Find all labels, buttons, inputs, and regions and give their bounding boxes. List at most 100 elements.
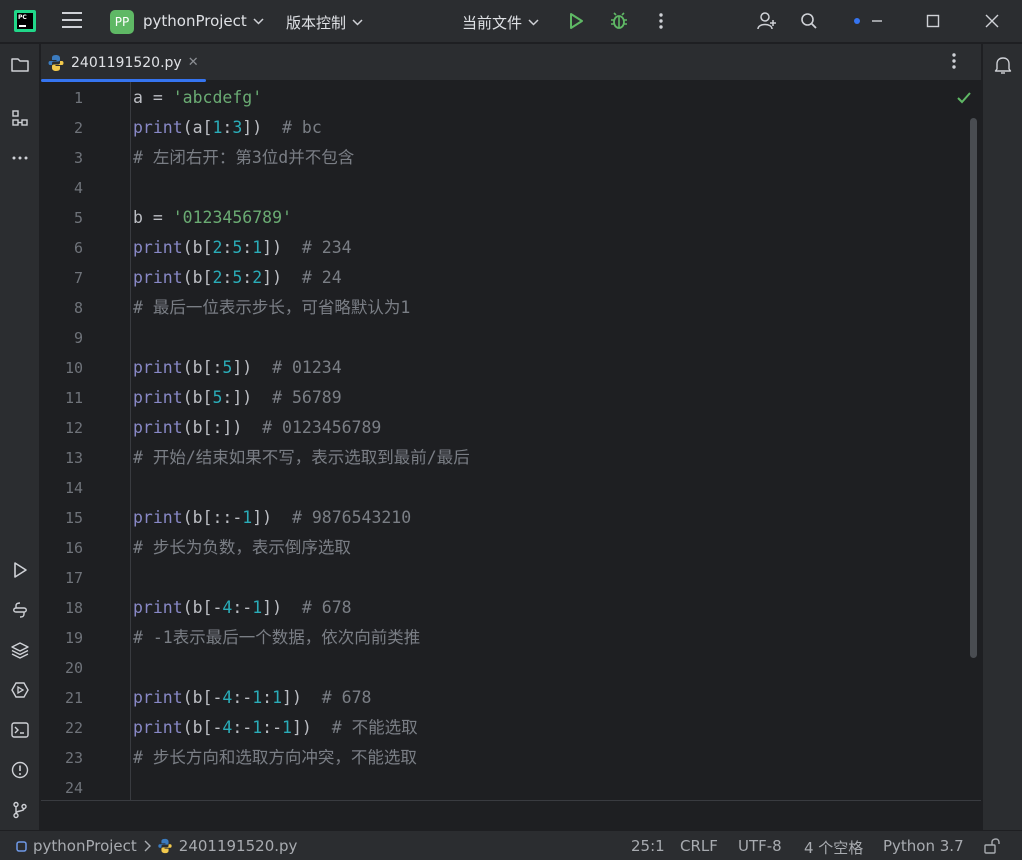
lock-icon[interactable] bbox=[983, 838, 1001, 858]
code-line[interactable]: 6 print(b[2:5:1]) # 234 bbox=[41, 233, 981, 263]
minimize-icon[interactable] bbox=[864, 8, 890, 34]
breadcrumb-file[interactable]: 2401191520.py bbox=[179, 837, 298, 855]
tab-label: 2401191520.py bbox=[71, 54, 182, 71]
tab-editor-file[interactable]: 2401191520.py ✕ bbox=[41, 44, 206, 82]
code-token: (b[- bbox=[182, 688, 223, 707]
run-icon[interactable] bbox=[9, 559, 31, 581]
structure-icon[interactable] bbox=[9, 107, 31, 129]
code-text: # 左闭右开：第3位d并不包含 bbox=[133, 143, 354, 173]
no-problems-check-icon[interactable] bbox=[956, 90, 974, 106]
code-line[interactable]: 10 print(b[:5]) # 01234 bbox=[41, 353, 981, 383]
code-token: 1 bbox=[252, 238, 263, 257]
code-token: # 左闭右开：第3位d并不包含 bbox=[133, 148, 355, 167]
code-line[interactable]: 12 print(b[:]) # 0123456789 bbox=[41, 413, 981, 443]
run-icon[interactable] bbox=[565, 10, 587, 32]
code-token: (b[ bbox=[182, 388, 213, 407]
code-token: ]) bbox=[242, 118, 283, 137]
add-user-icon[interactable] bbox=[756, 10, 778, 32]
code-line[interactable]: 14 bbox=[41, 473, 981, 503]
project-selector[interactable]: pythonProject bbox=[143, 12, 264, 30]
line-number: 12 bbox=[64, 419, 83, 437]
vcs-menu[interactable]: 版本控制 bbox=[286, 12, 363, 33]
code-line[interactable]: 19 # -1表示最后一个数据，依次向前类推 bbox=[41, 623, 981, 653]
search-icon[interactable] bbox=[798, 10, 820, 32]
code-line[interactable]: 8 # 最后一位表示步长，可省略默认为1 bbox=[41, 293, 981, 323]
code-line[interactable]: 15 print(b[::-1]) # 9876543210 bbox=[41, 503, 981, 533]
pycharm-logo-icon[interactable]: PC bbox=[14, 10, 36, 32]
debug-icon[interactable] bbox=[608, 10, 630, 32]
code-line[interactable]: 21 print(b[-4:-1:1]) # 678 bbox=[41, 683, 981, 713]
terminal-icon[interactable] bbox=[9, 719, 31, 741]
code-text: print(a[1:3]) # bc bbox=[133, 113, 322, 143]
code-line[interactable]: 23 # 步长方向和选取方向冲突，不能选取 bbox=[41, 743, 981, 773]
run-config-selector[interactable]: 当前文件 bbox=[462, 12, 539, 33]
interpreter[interactable]: Python 3.7 bbox=[883, 837, 964, 855]
code-line[interactable]: 22 print(b[-4:-1:-1]) # 不能选取 bbox=[41, 713, 981, 743]
more-icon[interactable] bbox=[9, 147, 31, 169]
code-token: # 24 bbox=[301, 268, 342, 287]
code-editor[interactable]: 1a = 'abcdefg' 2 print(a[1:3]) # bc 3 # 左闭右开… bbox=[41, 82, 981, 800]
line-number: 3 bbox=[73, 149, 83, 167]
code-line[interactable]: 17 bbox=[41, 563, 981, 593]
code-text: print(b[::-1]) # 9876543210 bbox=[133, 503, 411, 533]
code-line[interactable]: 2 print(a[1:3]) # bc bbox=[41, 113, 981, 143]
problems-icon[interactable] bbox=[9, 759, 31, 781]
line-number: 15 bbox=[64, 509, 83, 527]
project-badge[interactable]: PP bbox=[110, 10, 134, 34]
file-encoding[interactable]: UTF-8 bbox=[738, 837, 782, 855]
code-line[interactable]: 1 a = 'abcdefg' bbox=[41, 83, 981, 113]
code-line[interactable]: 5 b = '0123456789' bbox=[41, 203, 981, 233]
line-separator[interactable]: CRLF bbox=[680, 837, 718, 855]
code-token: 4 bbox=[222, 718, 233, 737]
code-line[interactable]: 18 print(b[-4:-1]) # 678 bbox=[41, 593, 981, 623]
tab-options-icon[interactable] bbox=[951, 52, 967, 72]
code-token: print bbox=[133, 598, 183, 617]
line-number: 13 bbox=[64, 449, 83, 467]
code-line[interactable]: 3 # 左闭右开：第3位d并不包含 bbox=[41, 143, 981, 173]
code-token: (b[:]) bbox=[182, 418, 263, 437]
code-text: # 步长为负数，表示倒序选取 bbox=[133, 533, 351, 563]
breadcrumb: pythonProject 2401191520.py bbox=[16, 837, 297, 855]
notifications-icon[interactable] bbox=[992, 54, 1014, 76]
code-token: ]) bbox=[282, 688, 322, 707]
code-line[interactable]: 13 # 开始/结束如果不写，表示选取到最前/最后 bbox=[41, 443, 981, 473]
code-token: print bbox=[133, 268, 183, 287]
code-token: # -1表示最后一个数据，依次向前类推 bbox=[133, 628, 421, 647]
code-line[interactable]: 16 # 步长为负数，表示倒序选取 bbox=[41, 533, 981, 563]
code-token: 1 bbox=[252, 688, 263, 707]
line-number: 9 bbox=[73, 329, 83, 347]
close-tab-icon[interactable]: ✕ bbox=[188, 55, 199, 70]
code-line[interactable]: 20 bbox=[41, 653, 981, 683]
code-token: :- bbox=[232, 688, 253, 707]
services-icon[interactable] bbox=[9, 679, 31, 701]
project-name: pythonProject bbox=[143, 12, 247, 30]
folder-icon[interactable] bbox=[9, 54, 31, 76]
code-token: # 678 bbox=[301, 598, 352, 617]
breadcrumb-project[interactable]: pythonProject bbox=[33, 837, 137, 855]
code-line[interactable]: 24 bbox=[41, 773, 981, 800]
editor-bottom-area bbox=[41, 800, 981, 830]
maximize-icon[interactable] bbox=[920, 8, 946, 34]
code-line[interactable]: 11 print(b[5:]) # 56789 bbox=[41, 383, 981, 413]
code-line[interactable]: 4 bbox=[41, 173, 981, 203]
code-token: (b[: bbox=[182, 358, 223, 377]
line-number: 4 bbox=[73, 179, 83, 197]
code-token: print bbox=[133, 718, 183, 737]
line-number: 19 bbox=[64, 629, 83, 647]
indent-setting[interactable]: 4 个空格 bbox=[804, 837, 863, 858]
code-token: '0123456789' bbox=[172, 208, 292, 227]
code-line[interactable]: 9 bbox=[41, 323, 981, 353]
layers-icon[interactable] bbox=[9, 639, 31, 661]
code-line[interactable]: 7 print(b[2:5:2]) # 24 bbox=[41, 263, 981, 293]
code-token: 1 bbox=[242, 508, 253, 527]
python-console-icon[interactable] bbox=[9, 599, 31, 621]
line-number: 5 bbox=[73, 209, 83, 227]
code-token: # 01234 bbox=[272, 358, 342, 377]
code-text: print(b[-4:-1]) # 678 bbox=[133, 593, 352, 623]
git-icon[interactable] bbox=[9, 799, 31, 821]
vertical-scrollbar[interactable] bbox=[970, 118, 977, 658]
caret-position[interactable]: 25:1 bbox=[631, 837, 665, 855]
main-menu-icon[interactable] bbox=[62, 12, 82, 30]
more-actions-icon[interactable] bbox=[650, 10, 672, 32]
close-icon[interactable] bbox=[979, 8, 1005, 34]
